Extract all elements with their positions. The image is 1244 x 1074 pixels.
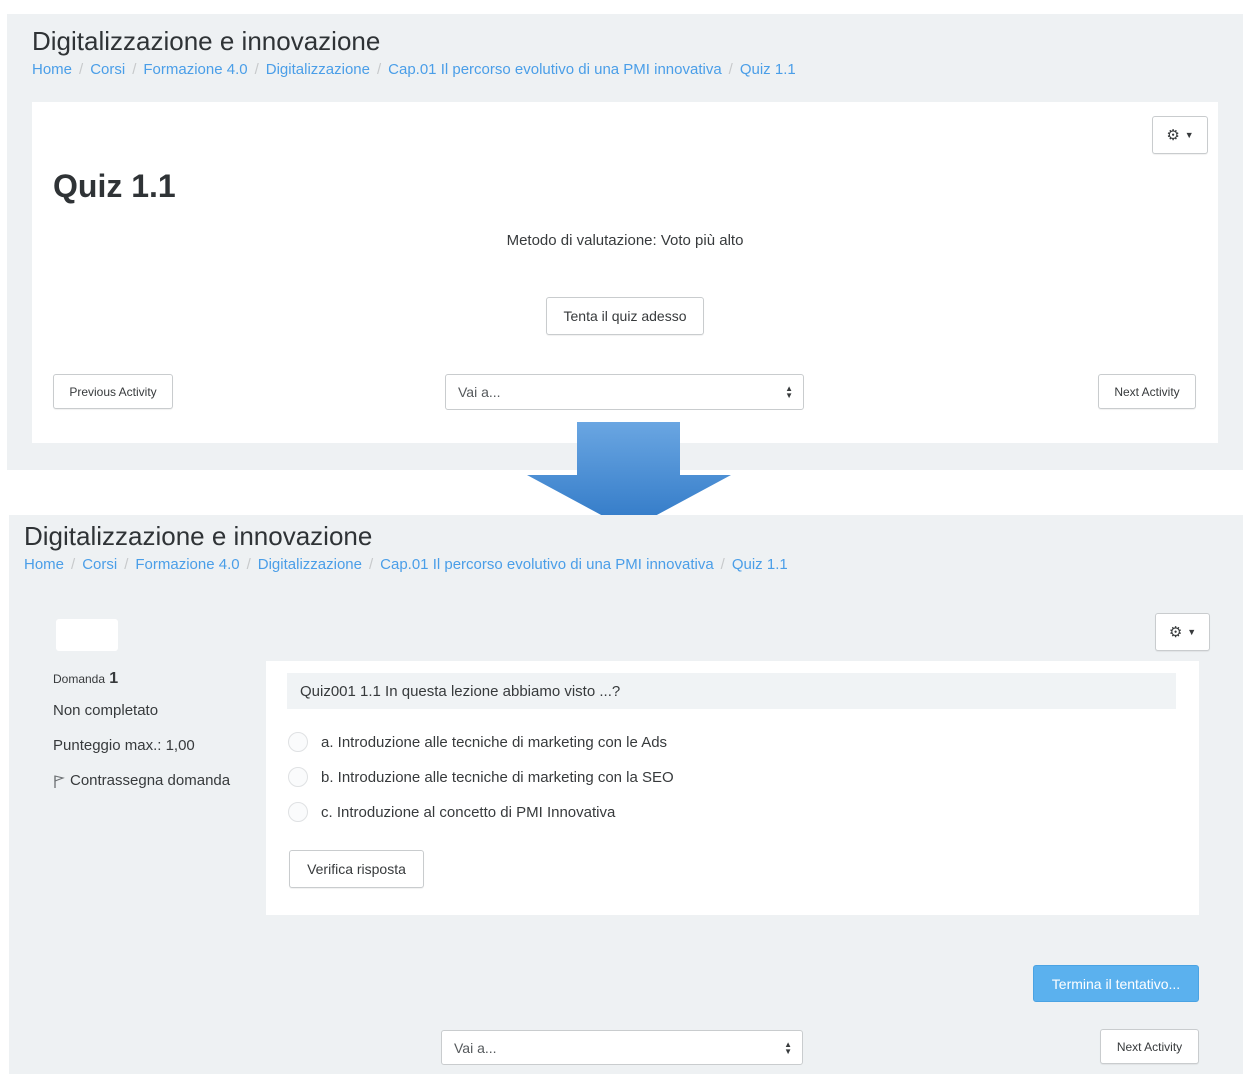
question-max-score: Punteggio max.: 1,00 bbox=[53, 737, 195, 754]
quiz-title: Quiz 1.1 bbox=[53, 168, 176, 204]
select-arrows-icon: ▲ ▼ bbox=[784, 1039, 792, 1056]
radio-button[interactable] bbox=[288, 767, 308, 787]
breadcrumb-chapter[interactable]: Cap.01 Il percorso evolutivo di una PMI … bbox=[388, 61, 722, 78]
radio-button[interactable] bbox=[288, 732, 308, 752]
flag-icon bbox=[54, 775, 65, 788]
chevron-down-icon: ▼ bbox=[1187, 627, 1197, 637]
breadcrumb-separator: / bbox=[254, 61, 259, 78]
check-answer-button[interactable]: Verifica risposta bbox=[289, 850, 424, 888]
breadcrumb-formazione[interactable]: Formazione 4.0 bbox=[143, 61, 247, 78]
breadcrumb-separator: / bbox=[728, 61, 733, 78]
page-title: Digitalizzazione e innovazione bbox=[24, 521, 373, 551]
quiz-attempt-screen: Digitalizzazione e innovazione Home / Cors… bbox=[9, 515, 1243, 1074]
breadcrumb-home[interactable]: Home bbox=[24, 556, 64, 573]
breadcrumb-separator: / bbox=[132, 61, 137, 78]
gear-icon: ⚙ bbox=[1168, 624, 1183, 641]
gear-icon: ⚙ bbox=[1166, 127, 1180, 144]
breadcrumb-separator: / bbox=[376, 61, 382, 78]
answer-label: a. Introduzione alle tecniche di marketi… bbox=[321, 733, 668, 751]
breadcrumb-formazione[interactable]: Formazione 4.0 bbox=[135, 556, 239, 573]
breadcrumb-separator: / bbox=[368, 556, 374, 573]
question-number-value: 1 bbox=[109, 670, 119, 687]
breadcrumb-quiz[interactable]: Quiz 1.1 bbox=[732, 556, 788, 573]
jump-to-select[interactable]: Vai a... ▲ ▼ bbox=[441, 1030, 803, 1065]
next-activity-button[interactable]: Next Activity bbox=[1098, 374, 1196, 409]
breadcrumb-corsi[interactable]: Corsi bbox=[82, 556, 117, 573]
breadcrumb: Home / Corsi / Formazione 4.0 / Digitalizzazio… bbox=[24, 556, 788, 573]
breadcrumb-corsi[interactable]: Corsi bbox=[90, 61, 125, 78]
breadcrumb-digitalizzazione[interactable]: Digitalizzazione bbox=[258, 556, 362, 573]
next-activity-button[interactable]: Next Activity bbox=[1100, 1029, 1199, 1064]
breadcrumb-separator: / bbox=[79, 61, 84, 78]
radio-button[interactable] bbox=[288, 802, 308, 822]
page-title: Digitalizzazione e innovazione bbox=[32, 26, 381, 56]
chevron-down-icon: ▼ bbox=[1184, 130, 1194, 140]
blank-placeholder bbox=[56, 619, 118, 651]
breadcrumb-separator: / bbox=[124, 556, 129, 573]
answer-label: b. Introduzione alle tecniche di marketi… bbox=[321, 768, 674, 786]
question-number-label: Domanda bbox=[53, 672, 106, 686]
breadcrumb-quiz[interactable]: Quiz 1.1 bbox=[740, 61, 796, 78]
breadcrumb-separator: / bbox=[720, 556, 725, 573]
jump-to-value: Vai a... bbox=[458, 384, 501, 400]
question-text: Quiz001 1.1 In questa lezione abbiamo vi… bbox=[287, 673, 1176, 709]
breadcrumb-separator: / bbox=[246, 556, 251, 573]
flag-question-link[interactable]: Contrassegna domanda bbox=[53, 771, 230, 789]
answer-option-b[interactable]: b. Introduzione alle tecniche di marketi… bbox=[288, 767, 674, 787]
question-state: Non completato bbox=[53, 702, 159, 719]
quiz-card: ⚙ ▼ Quiz 1.1 Metodo di valutazione: Voto … bbox=[32, 102, 1218, 443]
finish-attempt-button[interactable]: Termina il tentativo... bbox=[1033, 965, 1199, 1002]
question-number: Domanda 1 bbox=[53, 670, 118, 688]
quiz-overview-screen: Digitalizzazione e innovazione Home / Cors… bbox=[7, 14, 1243, 470]
attempt-quiz-button[interactable]: Tenta il quiz adesso bbox=[546, 297, 704, 335]
question-card: Quiz001 1.1 In questa lezione abbiamo vi… bbox=[266, 661, 1199, 915]
breadcrumb-home[interactable]: Home bbox=[32, 61, 72, 78]
answer-option-a[interactable]: a. Introduzione alle tecniche di marketi… bbox=[288, 732, 667, 752]
grading-method: Metodo di valutazione: Voto più alto bbox=[506, 232, 744, 249]
breadcrumb-chapter[interactable]: Cap.01 Il percorso evolutivo di una PMI … bbox=[380, 556, 714, 573]
flag-question-label: Contrassegna domanda bbox=[70, 771, 231, 789]
breadcrumb-separator: / bbox=[71, 556, 76, 573]
jump-to-select[interactable]: Vai a... ▲ ▼ bbox=[445, 374, 804, 410]
settings-menu-button[interactable]: ⚙ ▼ bbox=[1152, 116, 1208, 154]
answer-label: c. Introduzione al concetto di PMI Innov… bbox=[321, 803, 616, 821]
select-arrows-icon: ▲ ▼ bbox=[785, 384, 793, 400]
settings-menu-button[interactable]: ⚙ ▼ bbox=[1155, 613, 1210, 651]
breadcrumb: Home / Corsi / Formazione 4.0 / Digitalizzazio… bbox=[32, 61, 796, 78]
breadcrumb-digitalizzazione[interactable]: Digitalizzazione bbox=[266, 61, 370, 78]
previous-activity-button[interactable]: Previous Activity bbox=[53, 374, 173, 409]
answer-option-c[interactable]: c. Introduzione al concetto di PMI Innov… bbox=[288, 802, 615, 822]
jump-to-value: Vai a... bbox=[454, 1039, 497, 1056]
